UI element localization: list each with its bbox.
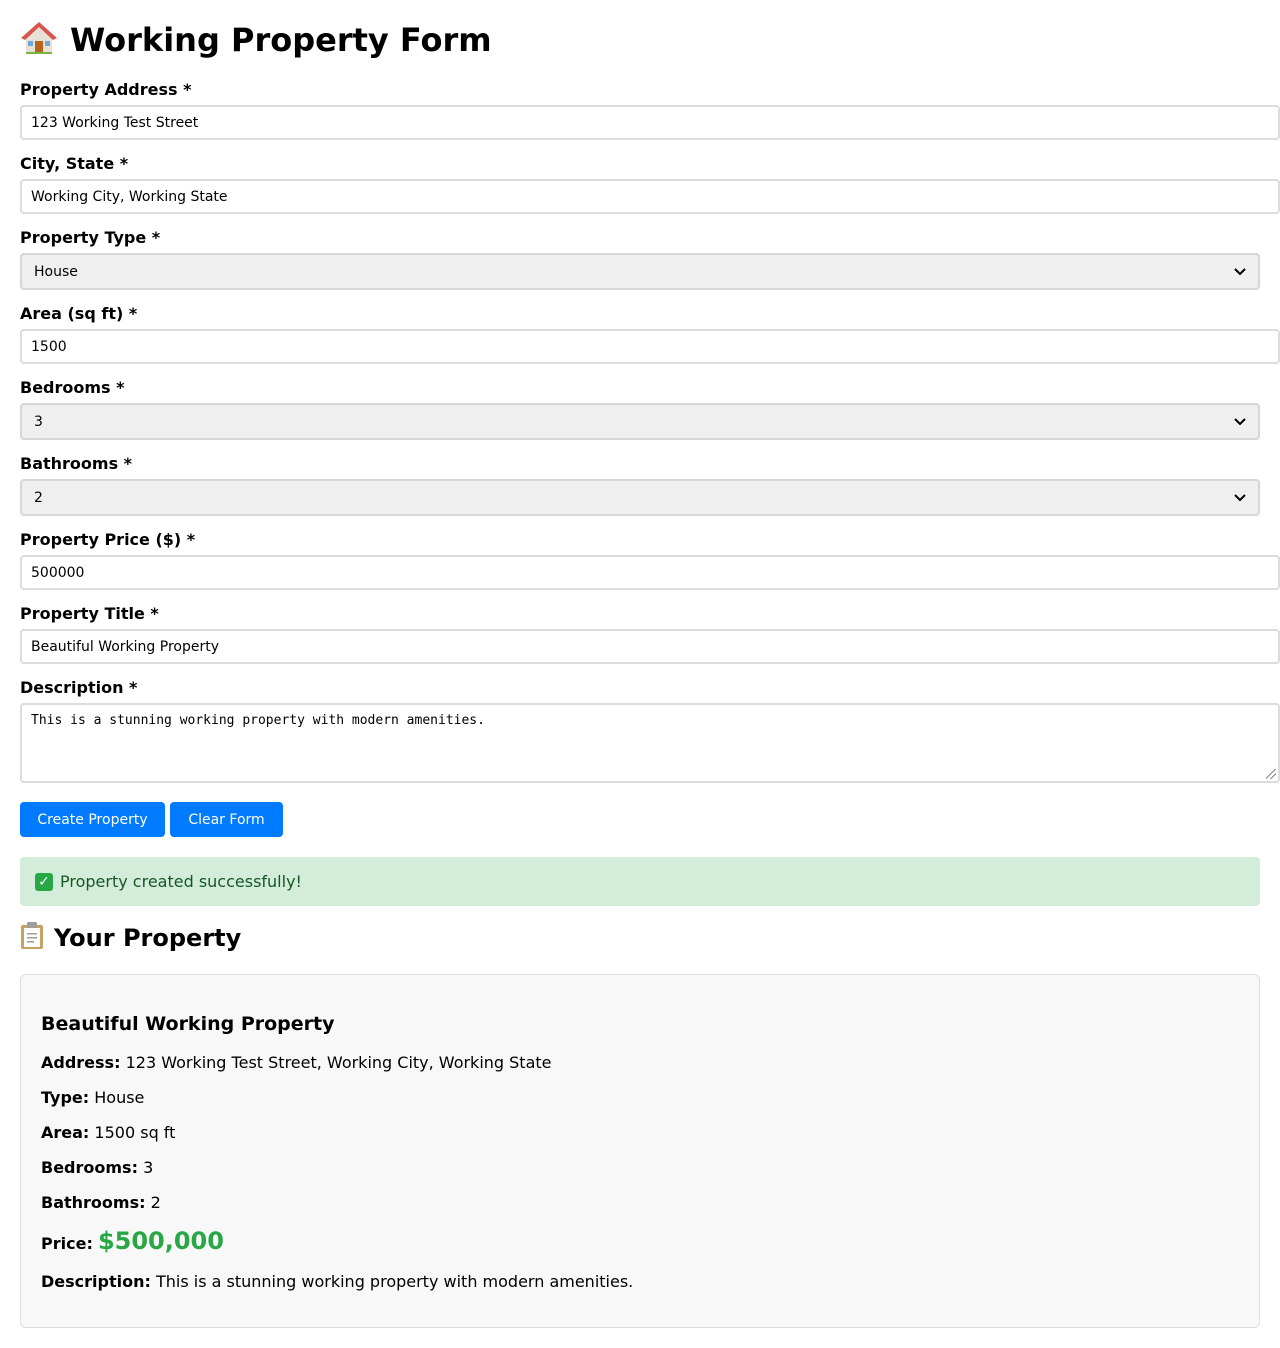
property-area-row: Area: 1500 sq ft xyxy=(41,1123,175,1142)
page-title: Working Property Form xyxy=(20,18,492,62)
property-price-row: Price: $500,000 xyxy=(41,1227,224,1255)
address-row-value: 123 Working Test Street, Working City, W… xyxy=(125,1053,552,1072)
property-type-row: Type: House xyxy=(41,1088,144,1107)
area-label: Area (sq ft) * xyxy=(20,304,138,323)
house-icon xyxy=(21,22,57,54)
chevron-down-icon xyxy=(1234,267,1246,275)
city-state-input[interactable]: Working City, Working State xyxy=(20,179,1280,214)
property-card: Beautiful Working Property Address: 123 … xyxy=(20,974,1260,1328)
property-description-row: Description: This is a stunning working … xyxy=(41,1272,633,1291)
your-property-heading-text: Your Property xyxy=(54,924,242,952)
create-property-button[interactable]: Create Property xyxy=(20,802,165,837)
resize-handle-icon[interactable] xyxy=(1266,769,1276,779)
success-alert-text: Property created successfully! xyxy=(60,872,302,891)
type-row-label: Type: xyxy=(41,1088,90,1107)
property-bathrooms-row: Bathrooms: 2 xyxy=(41,1193,161,1212)
bathrooms-select[interactable]: 2 xyxy=(20,479,1260,516)
description-textarea[interactable]: This is a stunning working property with… xyxy=(20,703,1280,783)
city-state-value: Working City, Working State xyxy=(31,188,228,205)
description-label: Description * xyxy=(20,678,138,697)
clear-form-button[interactable]: Clear Form xyxy=(170,802,283,837)
property-card-title: Beautiful Working Property xyxy=(41,1013,335,1035)
check-mark-icon: ✓ xyxy=(35,872,53,891)
chevron-down-icon xyxy=(1234,493,1246,501)
city-state-label: City, State * xyxy=(20,154,129,173)
bathrooms-value: 2 xyxy=(34,489,43,506)
property-title-input[interactable]: Beautiful Working Property xyxy=(20,629,1280,664)
price-row-label: Price: xyxy=(41,1234,93,1253)
description-value: This is a stunning working property with… xyxy=(31,713,485,728)
area-value: 1500 xyxy=(31,338,67,355)
bathrooms-label: Bathrooms * xyxy=(20,454,133,473)
address-label: Property Address * xyxy=(20,80,192,99)
page-title-text: Working Property Form xyxy=(70,21,492,59)
property-type-label: Property Type * xyxy=(20,228,161,247)
description-row-value: This is a stunning working property with… xyxy=(155,1272,634,1291)
clipboard-icon xyxy=(21,922,43,949)
your-property-heading: Your Property xyxy=(20,920,241,956)
bedrooms-value: 3 xyxy=(34,413,43,430)
area-input[interactable]: 1500 xyxy=(20,329,1280,364)
type-row-value: House xyxy=(94,1088,145,1107)
property-title-label: Property Title * xyxy=(20,604,159,623)
area-row-label: Area: xyxy=(41,1123,90,1142)
chevron-down-icon xyxy=(1234,417,1246,425)
address-row-label: Address: xyxy=(41,1053,121,1072)
description-row-label: Description: xyxy=(41,1272,151,1291)
address-input[interactable]: 123 Working Test Street xyxy=(20,105,1280,140)
bedrooms-label: Bedrooms * xyxy=(20,378,125,397)
bedrooms-select[interactable]: 3 xyxy=(20,403,1260,440)
property-type-value: House xyxy=(34,263,78,280)
address-value: 123 Working Test Street xyxy=(31,114,199,131)
success-alert: ✓ Property created successfully! xyxy=(20,857,1260,906)
property-title-value: Beautiful Working Property xyxy=(31,638,219,655)
property-type-select[interactable]: House xyxy=(20,253,1260,290)
price-label: Property Price ($) * xyxy=(20,530,196,549)
price-input[interactable]: 500000 xyxy=(20,555,1280,590)
area-row-value: 1500 sq ft xyxy=(94,1123,176,1142)
bedrooms-row-value: 3 xyxy=(143,1158,154,1177)
bathrooms-row-label: Bathrooms: xyxy=(41,1193,146,1212)
price-value: 500000 xyxy=(31,564,85,581)
price-row-value: $500,000 xyxy=(97,1227,224,1255)
bathrooms-row-value: 2 xyxy=(150,1193,161,1212)
property-bedrooms-row: Bedrooms: 3 xyxy=(41,1158,153,1177)
property-address-row: Address: 123 Working Test Street, Workin… xyxy=(41,1053,552,1072)
bedrooms-row-label: Bedrooms: xyxy=(41,1158,138,1177)
